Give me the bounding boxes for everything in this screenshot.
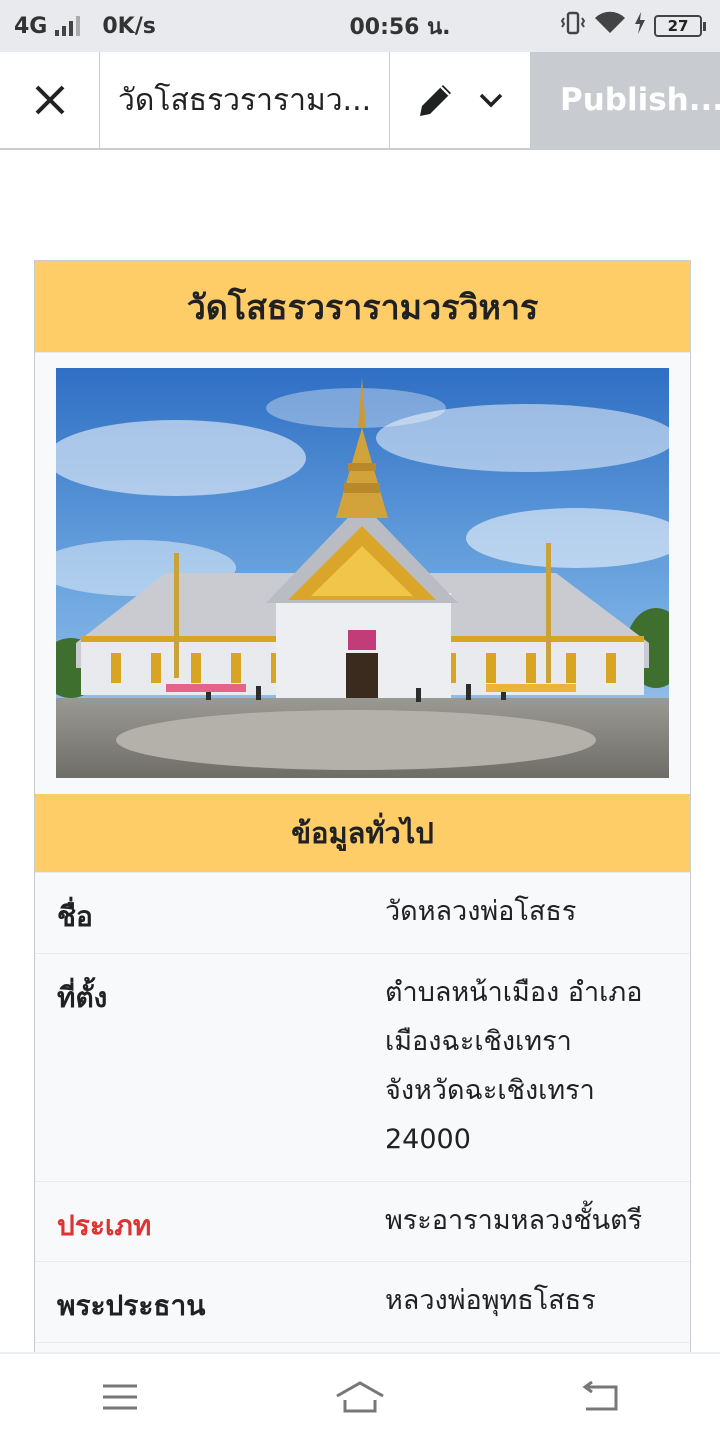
row-value: หลวงพ่อพุทธโสธร bbox=[385, 1285, 596, 1316]
editor-toolbar: วัดโสธรวรารามว... Publish... bbox=[0, 52, 720, 150]
signal-icon bbox=[55, 16, 81, 36]
clock: 00:56 น. bbox=[349, 14, 451, 40]
location-line: ตำบลหน้าเมือง อำเภอ bbox=[385, 977, 643, 1008]
edit-mode-switcher[interactable] bbox=[390, 52, 530, 148]
wifi-icon bbox=[594, 11, 626, 41]
battery-level: 27 bbox=[654, 15, 702, 37]
location-line: เมืองฉะเชิงเทรา bbox=[385, 1026, 572, 1057]
back-button[interactable] bbox=[560, 1367, 640, 1427]
row-value: วัดหลวงพ่อโสธร bbox=[385, 896, 577, 927]
page-title[interactable]: วัดโสธรวรารามว... bbox=[100, 52, 390, 148]
home-button[interactable] bbox=[320, 1367, 400, 1427]
close-icon bbox=[35, 85, 64, 115]
back-icon bbox=[582, 1381, 618, 1411]
system-nav-bar bbox=[0, 1352, 720, 1440]
home-icon bbox=[336, 1381, 384, 1413]
infobox-row-name: ชื่อ วัดหลวงพ่อโสธร bbox=[35, 872, 690, 953]
row-label-link[interactable]: ประเภท bbox=[35, 1182, 385, 1261]
infobox: วัดโสธรวรารามวรวิหาร ข้อมูลทั่วไป ชื่อ ว… bbox=[34, 260, 691, 1360]
vibrate-icon bbox=[560, 10, 586, 42]
row-label: พระประธาน bbox=[57, 1289, 206, 1322]
chevron-down-icon bbox=[479, 93, 503, 108]
location-line: 24000 bbox=[385, 1124, 471, 1155]
menu-button[interactable] bbox=[80, 1367, 160, 1427]
infobox-row-location: ที่ตั้ง ตำบลหน้าเมือง อำเภอ เมืองฉะเชิงเ… bbox=[35, 953, 690, 1181]
temple-photo[interactable] bbox=[56, 368, 669, 778]
row-value: พระอารามหลวงชั้นตรี bbox=[385, 1205, 643, 1236]
row-value: ตำบลหน้าเมือง อำเภอ เมืองฉะเชิงเทรา จังห… bbox=[385, 948, 685, 1181]
row-label: ชื่อ bbox=[57, 900, 93, 933]
infobox-title: วัดโสธรวรารามวรวิหาร bbox=[35, 261, 690, 353]
battery-icon: 27 bbox=[654, 15, 706, 37]
infobox-section-heading: ข้อมูลทั่วไป bbox=[35, 794, 690, 872]
network-type: 4G bbox=[14, 13, 48, 39]
row-label: ที่ตั้ง bbox=[57, 981, 108, 1014]
close-button[interactable] bbox=[0, 52, 100, 148]
pencil-icon bbox=[420, 85, 451, 116]
location-line: จังหวัดฉะเชิงเทรา bbox=[385, 1075, 595, 1106]
charging-icon bbox=[634, 12, 646, 40]
menu-icon bbox=[103, 1384, 137, 1410]
network-speed: 0K/s bbox=[102, 13, 156, 39]
infobox-row-principal-buddha: พระประธาน หลวงพ่อพุทธโสธร bbox=[35, 1261, 690, 1342]
publish-button[interactable]: Publish... bbox=[530, 52, 720, 148]
infobox-row-type: ประเภท พระอารามหลวงชั้นตรี bbox=[35, 1181, 690, 1261]
status-bar: 4G 0K/s 00:56 น. 27 bbox=[0, 0, 720, 52]
